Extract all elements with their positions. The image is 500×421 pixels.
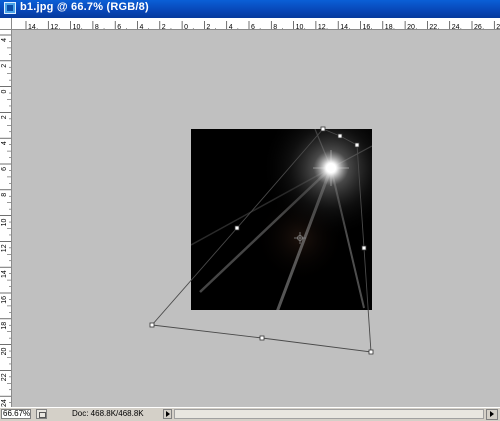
document-icon (4, 2, 16, 14)
ruler-label: 10 (1, 219, 8, 227)
ruler-origin[interactable] (0, 18, 12, 30)
window-title: b1.jpg @ 66.7% (RGB/8) (20, 1, 149, 13)
ruler-label: 18 (1, 322, 8, 330)
ruler-label: 6 (1, 167, 8, 171)
ruler-label: 22 (1, 373, 8, 381)
ruler-label: 14 (1, 270, 8, 278)
ruler-label: 4 (1, 38, 8, 42)
canvas-area[interactable] (12, 30, 500, 407)
ruler-label: 8 (1, 193, 8, 197)
ruler-label: 24 (1, 399, 8, 407)
ruler-horizontal[interactable]: 14121086420246810121416182022242628 (12, 18, 500, 30)
info-icon[interactable] (36, 409, 47, 419)
ruler-label: 4 (1, 141, 8, 145)
horizontal-scrollbar[interactable] (174, 409, 484, 419)
ruler-label: 16 (1, 296, 8, 304)
ruler-label: 2 (1, 115, 8, 119)
ruler-label: 20 (1, 348, 8, 356)
window-titlebar[interactable]: b1.jpg @ 66.7% (RGB/8) (0, 0, 500, 18)
status-bar: 66.67% Doc: 468.8K/468.8K (0, 407, 500, 421)
triangle-right-icon[interactable] (163, 409, 172, 419)
zoom-field[interactable]: 66.67% (1, 409, 31, 419)
ruler-label: 0 (1, 90, 8, 94)
ruler-label: 12 (1, 244, 8, 252)
doc-size: Doc: 468.8K/468.8K (72, 409, 144, 418)
scroll-right-button[interactable] (486, 409, 498, 420)
lens-flare (191, 129, 372, 310)
ruler-label: 2 (1, 64, 8, 68)
document-canvas[interactable] (12, 30, 500, 407)
ruler-vertical[interactable]: 4202468101214161820222426 (0, 30, 12, 407)
